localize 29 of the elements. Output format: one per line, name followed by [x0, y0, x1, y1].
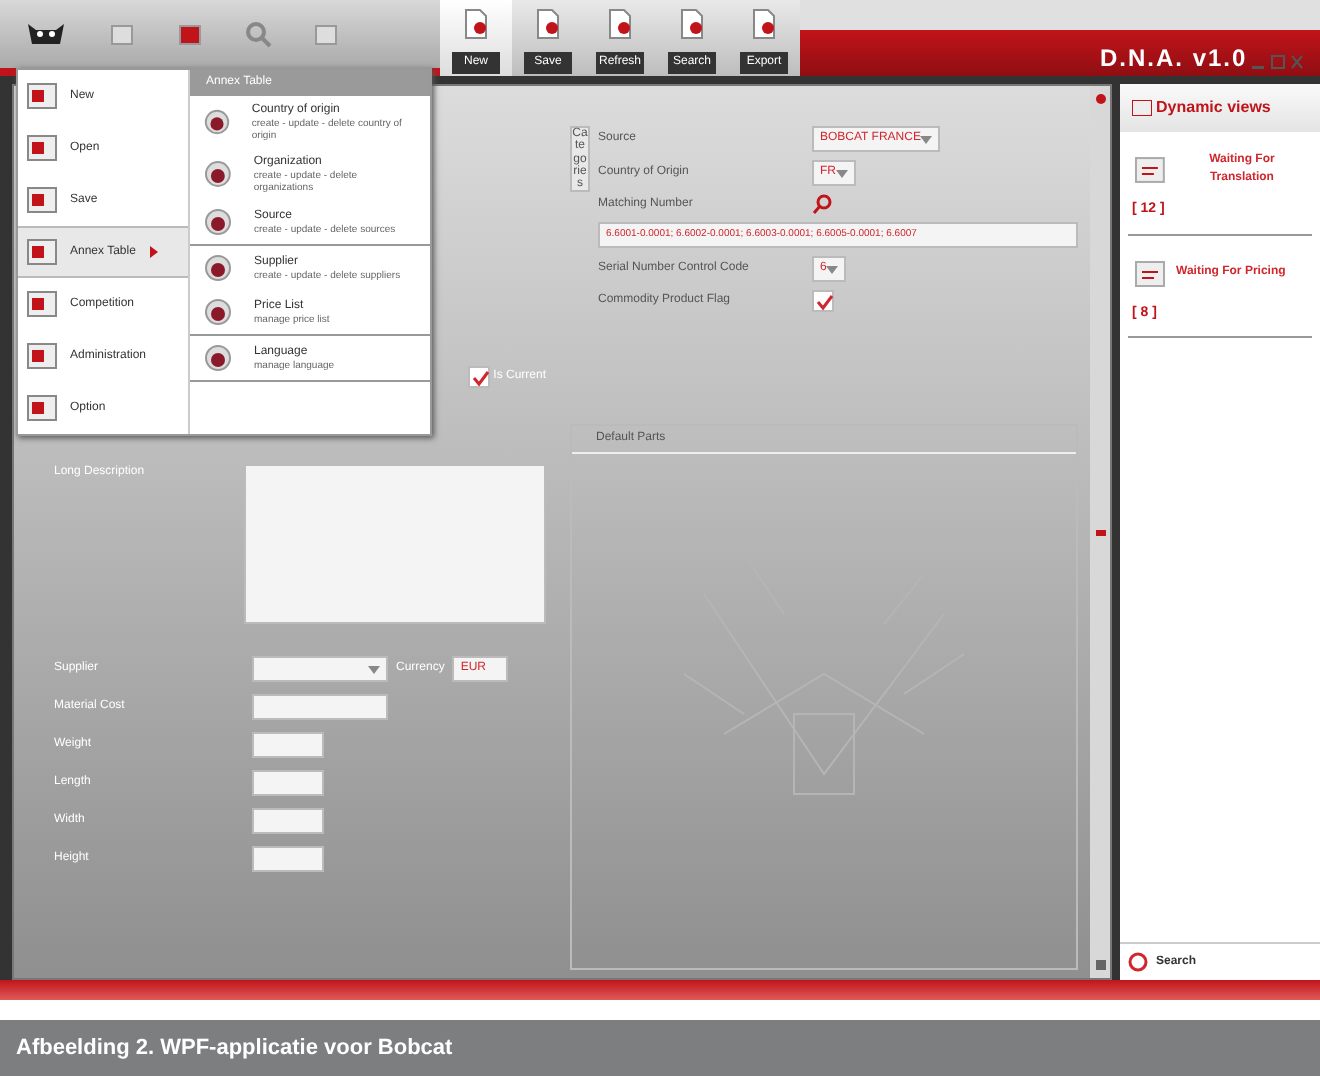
search-icon: [1128, 952, 1148, 972]
document-icon: [1132, 255, 1168, 291]
input-field[interactable]: [252, 770, 324, 796]
input-field[interactable]: [252, 808, 324, 834]
figure-caption: Afbeelding 2. WPF-applicatie voor Bobcat: [0, 1020, 1320, 1076]
document-icon: [748, 8, 780, 40]
document-icon: [460, 8, 492, 40]
magnifier-icon[interactable]: [812, 194, 832, 214]
scrollbar[interactable]: [1090, 86, 1110, 978]
document-icon: [676, 8, 708, 40]
dropdown-field[interactable]: [252, 656, 388, 682]
checkbox[interactable]: [467, 366, 490, 388]
document-icon: [532, 8, 564, 40]
caret-icon: [920, 135, 933, 143]
document-icon: [604, 8, 636, 40]
caret-icon: [836, 169, 848, 177]
input-field[interactable]: [252, 694, 388, 720]
input-field[interactable]: [252, 846, 324, 872]
app-title: D.N.A. v1.0: [1100, 46, 1248, 70]
panel-title: Dynamic views: [1156, 96, 1271, 120]
caret-icon: [826, 265, 839, 273]
input-field[interactable]: [252, 732, 324, 758]
text-area[interactable]: [244, 464, 546, 624]
caret-icon: [368, 665, 380, 673]
window-controls-icon[interactable]: [1252, 54, 1304, 70]
document-icon: [1132, 152, 1168, 188]
checkbox[interactable]: [812, 290, 834, 312]
magnifier-icon: [244, 20, 272, 48]
arrow-icon: [147, 246, 160, 258]
